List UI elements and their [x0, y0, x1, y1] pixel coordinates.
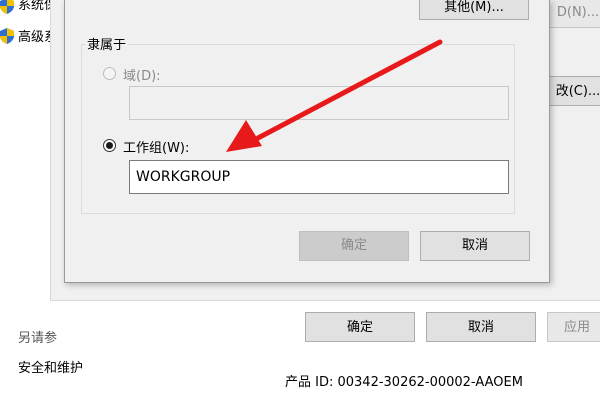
- domain-radio[interactable]: [103, 67, 116, 80]
- dialog-ok-button[interactable]: 确定: [299, 231, 409, 261]
- ok-button[interactable]: 确定: [305, 312, 415, 342]
- product-id-text: 产品 ID: 00342-30262-00002-AAOEM: [285, 375, 523, 390]
- domain-input[interactable]: [129, 86, 509, 120]
- cancel-button[interactable]: 取消: [426, 312, 536, 342]
- network-id-button[interactable]: D(N)...: [548, 0, 600, 28]
- change-button[interactable]: 改(C)...: [548, 76, 600, 106]
- shield-icon: [0, 0, 14, 14]
- see-also-heading: 另请参: [18, 331, 58, 346]
- computer-name-changes-dialog: 其他(M)... 隶属于 域(D): 工作组(W): 确定 取消: [64, 0, 550, 283]
- shield-icon: [0, 28, 14, 44]
- security-maintenance-link[interactable]: 安全和维护: [18, 357, 83, 376]
- member-of-title: 隶属于: [85, 34, 129, 53]
- apply-button[interactable]: 应用: [547, 312, 600, 342]
- dialog-cancel-button[interactable]: 取消: [420, 231, 530, 261]
- domain-label: 域(D):: [123, 69, 161, 84]
- workgroup-label: 工作组(W):: [123, 141, 190, 156]
- workgroup-input[interactable]: [129, 160, 509, 194]
- workgroup-radio[interactable]: [103, 139, 116, 152]
- more-button[interactable]: 其他(M)...: [419, 0, 529, 20]
